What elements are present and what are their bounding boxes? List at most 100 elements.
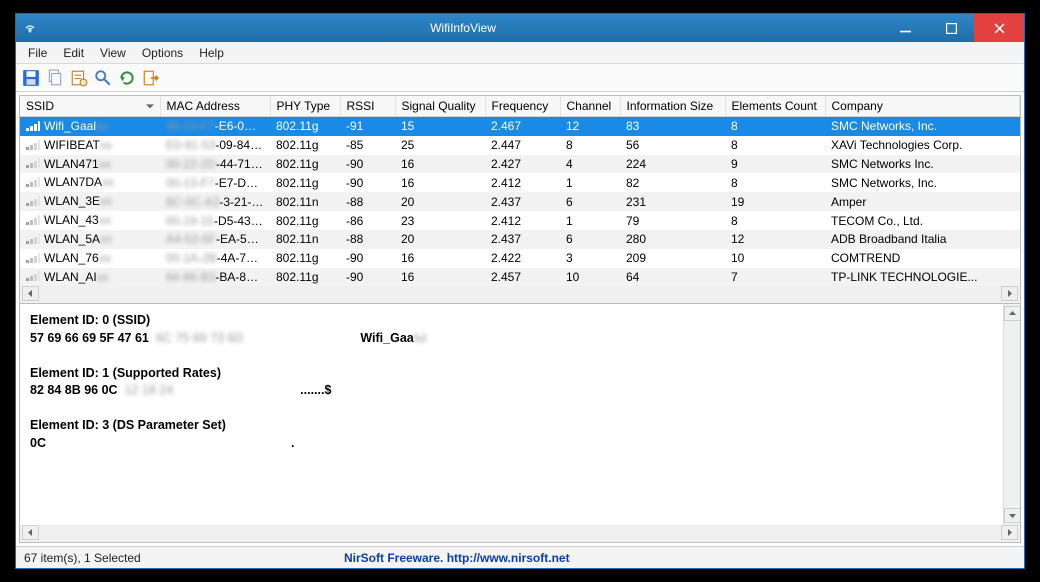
col-infosize[interactable]: Information Size	[620, 96, 725, 117]
cell-phy: 802.11g	[270, 173, 340, 192]
cell-mac: -09-84-B0	[215, 138, 268, 152]
scroll-left-icon[interactable]	[22, 525, 39, 540]
cell-freq: 2.437	[485, 192, 560, 211]
scroll-left-icon[interactable]	[22, 286, 39, 301]
table-row[interactable]: WLAN7DAxx00-13-F7-E7-DA-86802.11g-90162.…	[20, 173, 1020, 192]
col-channel[interactable]: Channel	[560, 96, 620, 117]
col-ssid[interactable]: SSID	[20, 96, 160, 117]
scroll-down-icon[interactable]	[1004, 508, 1021, 523]
col-freq[interactable]: Frequency	[485, 96, 560, 117]
col-rssi[interactable]: RSSI	[340, 96, 395, 117]
window-title: WifiInfoView	[44, 21, 882, 35]
cell-company: XAVi Technologies Corp.	[825, 136, 1020, 155]
network-grid[interactable]: SSID MAC Address PHY Type RSSI Signal Qu…	[20, 96, 1020, 304]
cell-rssi: -90	[340, 249, 395, 268]
cell-infosize: 231	[620, 192, 725, 211]
scroll-right-icon[interactable]	[1001, 525, 1018, 540]
cell-ssid: Wifi_Gaal	[44, 119, 96, 133]
app-icon	[16, 21, 44, 35]
column-headers[interactable]: SSID MAC Address PHY Type RSSI Signal Qu…	[20, 96, 1020, 117]
menu-view[interactable]: View	[92, 44, 134, 62]
cell-company: SMC Networks Inc.	[825, 155, 1020, 174]
cell-ssid: WLAN_AI	[44, 270, 97, 284]
cell-rssi: -85	[340, 136, 395, 155]
cell-infosize: 83	[620, 117, 725, 136]
col-elcount[interactable]: Elements Count	[725, 96, 825, 117]
col-mac[interactable]: MAC Address	[160, 96, 270, 117]
element-3-ascii: .	[291, 436, 294, 450]
close-button[interactable]	[974, 14, 1024, 42]
cell-elcount: 8	[725, 117, 825, 136]
table-row[interactable]: WLAN_76xx00-1A-2B-4A-76-40802.11g-90162.…	[20, 249, 1020, 268]
cell-phy: 802.11g	[270, 136, 340, 155]
find-icon[interactable]	[94, 69, 112, 87]
cell-elcount: 19	[725, 192, 825, 211]
status-bar: 67 item(s), 1 Selected NirSoft Freeware.…	[16, 546, 1024, 568]
cell-rssi: -86	[340, 211, 395, 230]
minimize-button[interactable]	[882, 14, 928, 42]
menu-file[interactable]: File	[20, 44, 55, 62]
cell-mac: -EA-5A-FE	[216, 232, 270, 246]
menu-edit[interactable]: Edit	[55, 44, 92, 62]
element-0-ascii: Wifi_Gaa	[360, 331, 413, 345]
table-row[interactable]: WLAN_5AxxA4-52-6F-EA-5A-FE802.11n-88202.…	[20, 230, 1020, 249]
copy-icon[interactable]	[46, 69, 64, 87]
signal-bars-icon	[26, 120, 40, 134]
cell-quality: 16	[395, 155, 485, 174]
cell-company: SMC Networks, Inc.	[825, 173, 1020, 192]
exit-icon[interactable]	[142, 69, 160, 87]
col-phy[interactable]: PHY Type	[270, 96, 340, 117]
col-quality[interactable]: Signal Quality	[395, 96, 485, 117]
scroll-up-icon[interactable]	[1004, 306, 1021, 321]
grid-horizontal-scrollbar[interactable]	[20, 286, 1020, 303]
cell-mac: -E6-0E-3E	[215, 119, 270, 133]
refresh-icon[interactable]	[118, 69, 136, 87]
signal-bars-icon	[26, 157, 40, 171]
cell-infosize: 64	[620, 268, 725, 287]
details-pane: Element ID: 0 (SSID) 57 69 66 69 5F 47 6…	[20, 304, 1020, 525]
cell-infosize: 82	[620, 173, 725, 192]
cell-rssi: -88	[340, 192, 395, 211]
cell-phy: 802.11n	[270, 230, 340, 249]
details-horizontal-scrollbar[interactable]	[20, 525, 1020, 542]
signal-bars-icon	[26, 252, 40, 266]
status-count: 67 item(s), 1 Selected	[24, 551, 344, 565]
menu-options[interactable]: Options	[134, 44, 191, 62]
status-link[interactable]: NirSoft Freeware. http://www.nirsoft.net	[344, 551, 1016, 565]
cell-elcount: 8	[725, 173, 825, 192]
maximize-button[interactable]	[928, 14, 974, 42]
details-text[interactable]: Element ID: 0 (SSID) 57 69 66 69 5F 47 6…	[20, 304, 1003, 525]
menu-help[interactable]: Help	[191, 44, 232, 62]
cell-freq: 2.412	[485, 173, 560, 192]
cell-rssi: -91	[340, 117, 395, 136]
cell-freq: 2.427	[485, 155, 560, 174]
table-row[interactable]: WLAN_3Exx8C-0C-A3-3-21-3E-...802.11n-882…	[20, 192, 1020, 211]
cell-channel: 1	[560, 173, 620, 192]
cell-rssi: -90	[340, 173, 395, 192]
cell-elcount: 8	[725, 211, 825, 230]
cell-channel: 6	[560, 192, 620, 211]
table-row[interactable]: WIFIBEATxxE0-91-53-09-84-B0802.11g-85252…	[20, 136, 1020, 155]
table-row[interactable]: WLAN471xx00-22-2D-44-71-D9802.11g-90162.…	[20, 155, 1020, 174]
cell-mac: -44-71-D9	[216, 157, 270, 171]
title-bar[interactable]: WifiInfoView	[16, 14, 1024, 42]
cell-channel: 8	[560, 136, 620, 155]
properties-icon[interactable]	[70, 69, 88, 87]
toolbar	[16, 64, 1024, 92]
table-row[interactable]: WLAN_AIxx64-66-B3-BA-8A-14802.11g-90162.…	[20, 268, 1020, 287]
table-row[interactable]: WLAN_43xx00-19-15-D5-43-1E802.11g-86232.…	[20, 211, 1020, 230]
cell-elcount: 9	[725, 155, 825, 174]
save-icon[interactable]	[22, 69, 40, 87]
cell-quality: 15	[395, 117, 485, 136]
col-company[interactable]: Company	[825, 96, 1020, 117]
cell-elcount: 8	[725, 136, 825, 155]
cell-freq: 2.457	[485, 268, 560, 287]
cell-ssid: WIFIBEAT	[44, 138, 100, 152]
cell-quality: 25	[395, 136, 485, 155]
cell-company: COMTREND	[825, 249, 1020, 268]
scroll-right-icon[interactable]	[1001, 286, 1018, 301]
cell-mac: -4A-76-40	[217, 251, 270, 265]
details-vertical-scrollbar[interactable]	[1003, 304, 1020, 525]
table-row[interactable]: Wifi_Gaalxx00-13-F7-E6-0E-3E802.11g-9115…	[20, 117, 1020, 136]
cell-freq: 2.437	[485, 230, 560, 249]
